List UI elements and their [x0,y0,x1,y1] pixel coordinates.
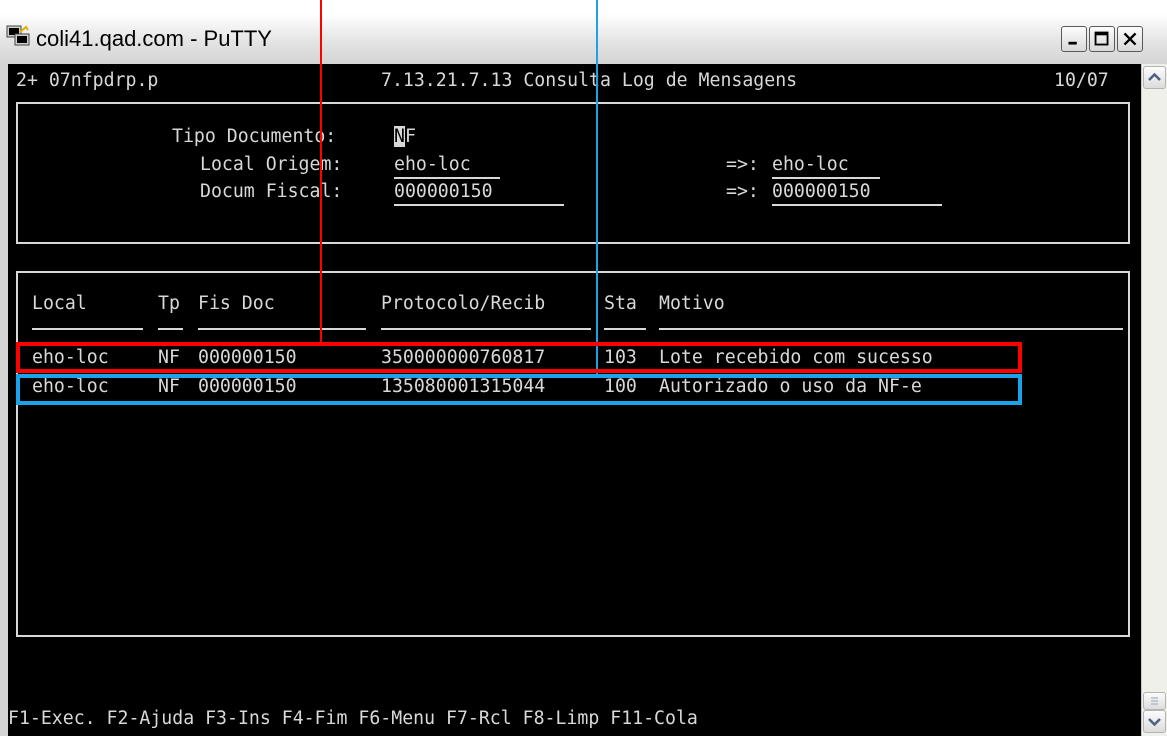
results-frame [16,271,1130,637]
col-rule-motivo [659,328,1123,330]
cell-tp: NF [158,376,180,397]
col-header-local: Local [32,293,87,314]
window-titlebar[interactable]: coli41.qad.com - PuTTY [0,14,1167,65]
docum-fiscal-field[interactable]: 000000150 [394,181,493,202]
cell-protocolo: 135080001315044 [381,376,546,397]
cell-fis-doc: 000000150 [198,376,297,397]
screen-date: 10/07 [1054,70,1109,91]
chevron-down-icon [1148,718,1161,727]
col-rule-protocolo [381,328,591,330]
col-header-fis-doc: Fis Doc [198,293,275,314]
scroll-thumb[interactable] [1143,692,1166,710]
tipo-documento-field[interactable]: NF [394,126,416,147]
tipo-documento-label: Tipo Documento: [172,126,337,147]
local-origem-to-label: =>: [726,154,759,175]
screen-title: 7.13.21.7.13 Consulta Log de Mensagens [381,70,798,91]
col-rule-fis-doc [198,328,366,330]
local-origem-label: Local Origem: [200,154,343,175]
local-origem-to-field[interactable]: eho-loc [772,154,849,175]
cell-local: eho-loc [32,376,109,397]
cell-motivo: Autorizado o uso da NF-e [659,376,922,397]
function-key-bar: F1-Exec. F2-Ajuda F3-Ins F4-Fim F6-Menu … [8,708,698,729]
minimize-button[interactable] [1061,26,1087,52]
cell-local: eho-loc [32,347,109,368]
cell-fis-doc: 000000150 [198,347,297,368]
docum-fiscal-to-field[interactable]: 000000150 [772,181,871,202]
docum-fiscal-to-label: =>: [726,181,759,202]
col-header-tp: Tp [158,293,180,314]
docum-fiscal-underline [394,204,564,206]
minimize-icon [1068,41,1077,45]
docum-fiscal-to-underline [772,204,942,206]
cell-sta: 103 [604,347,637,368]
terminal-screen[interactable]: 2+ 07nfpdrp.p 7.13.21.7.13 Consulta Log … [8,64,1141,736]
window-title: coli41.qad.com - PuTTY [36,26,272,51]
maximize-button[interactable] [1089,26,1115,52]
cell-motivo: Lote recebido com sucesso [659,347,933,368]
vertical-scrollbar[interactable] [1141,64,1167,736]
col-header-sta: Sta [604,293,637,314]
col-rule-local [32,328,143,330]
cell-tp: NF [158,347,180,368]
docum-fiscal-label: Docum Fiscal: [200,181,343,202]
program-name: 2+ 07nfpdrp.p [16,70,159,91]
local-origem-to-underline [772,177,880,179]
col-rule-sta [604,328,646,330]
cell-sta: 100 [604,376,637,397]
col-rule-tp [158,328,183,330]
grip-icon [1151,697,1158,705]
col-header-motivo: Motivo [659,293,725,314]
maximize-icon [1094,31,1109,46]
putty-terminal-icon [6,25,30,46]
cell-protocolo: 350000000760817 [381,347,546,368]
chevron-up-icon [1148,72,1161,81]
col-header-protocolo: Protocolo/Recib [381,293,546,314]
text-cursor: N [394,126,405,147]
selection-form-frame [16,102,1130,244]
scroll-down-button[interactable] [1143,710,1166,733]
close-button[interactable] [1117,26,1143,52]
scroll-up-button[interactable] [1143,66,1166,89]
window-left-border [0,64,8,736]
local-origem-field[interactable]: eho-loc [394,154,471,175]
local-origem-underline [394,177,500,179]
close-icon [1123,32,1137,46]
